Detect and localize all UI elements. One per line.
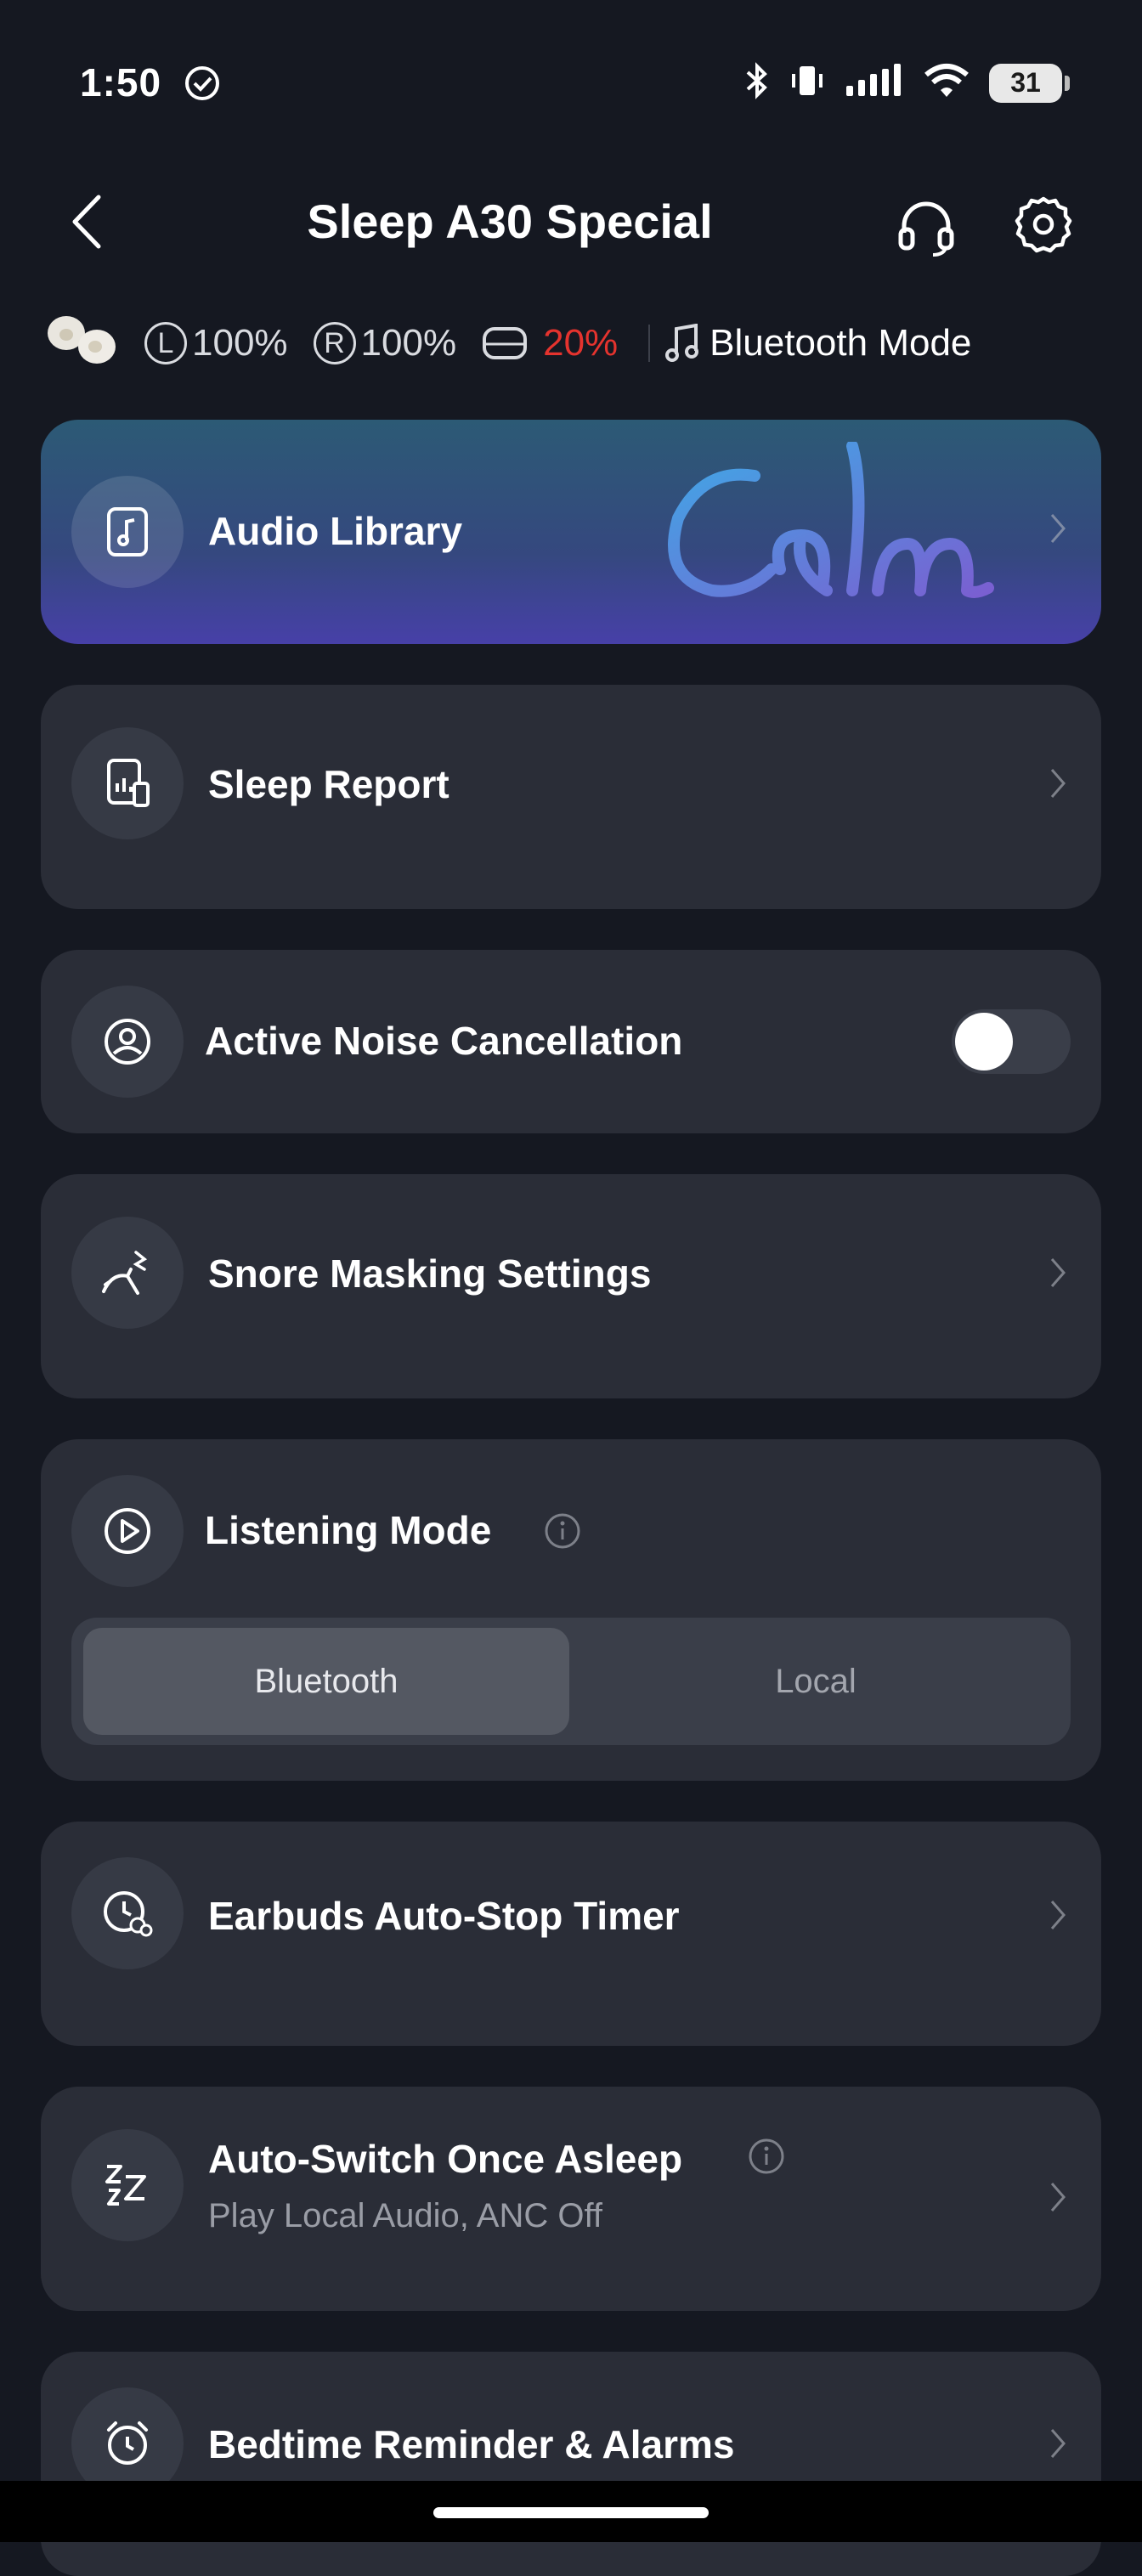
sleep-zzz-icon: [71, 2129, 184, 2241]
case-battery-pct: 20%: [543, 322, 619, 364]
timer-icon: [71, 1857, 184, 1969]
listening-mode-title: Listening Mode: [205, 1508, 492, 1552]
anc-title: Active Noise Cancellation: [205, 1019, 683, 1063]
segment-bluetooth[interactable]: Bluetooth: [83, 1628, 569, 1735]
wifi-icon: [923, 63, 970, 103]
chevron-right-icon: [1049, 766, 1067, 805]
check-circle-icon: [184, 65, 221, 106]
info-icon[interactable]: [748, 2138, 785, 2179]
device-status-row: L 100% R 100% 20% Bluetooth Mode: [41, 313, 971, 374]
segment-local[interactable]: Local: [573, 1628, 1059, 1735]
snore-masking-title: Snore Masking Settings: [208, 1251, 652, 1296]
snore-icon: [71, 1217, 184, 1329]
play-circle-icon: [71, 1475, 184, 1587]
right-earbud-label: R: [313, 322, 356, 364]
info-icon[interactable]: [544, 1512, 581, 1554]
auto-stop-timer-card[interactable]: Earbuds Auto-Stop Timer: [41, 1822, 1101, 2046]
snore-masking-card[interactable]: Snore Masking Settings: [41, 1174, 1101, 1398]
signal-icon: [845, 64, 904, 102]
audio-library-card[interactable]: Audio Library: [41, 420, 1101, 644]
listening-mode-card: Listening Mode Bluetooth Local: [41, 1439, 1101, 1781]
chevron-right-icon: [1049, 2180, 1067, 2218]
listening-mode-segmented-control: Bluetooth Local: [71, 1618, 1071, 1745]
bedtime-reminder-card[interactable]: Bedtime Reminder & Alarms: [41, 2352, 1101, 2576]
report-icon: [71, 727, 184, 839]
chevron-right-icon: [1049, 1256, 1067, 1294]
auto-switch-card[interactable]: Auto-Switch Once Asleep Play Local Audio…: [41, 2087, 1101, 2311]
sleep-report-title: Sleep Report: [208, 762, 449, 806]
music-file-icon: [71, 476, 184, 588]
divider: [648, 325, 651, 362]
chevron-right-icon: [1049, 511, 1067, 550]
chevron-right-icon: [1049, 2426, 1067, 2465]
anc-icon: [71, 986, 184, 1098]
status-time: 1:50: [80, 60, 162, 105]
music-note-icon: [665, 324, 699, 363]
connection-mode: Bluetooth Mode: [710, 322, 972, 364]
sleep-report-card[interactable]: Sleep Report: [41, 685, 1101, 909]
home-indicator[interactable]: [433, 2507, 709, 2518]
auto-switch-subtitle: Play Local Audio, ANC Off: [208, 2197, 602, 2234]
anc-card: Active Noise Cancellation: [41, 950, 1101, 1133]
auto-switch-title: Auto-Switch Once Asleep: [208, 2137, 683, 2181]
page-title: Sleep A30 Special: [307, 195, 713, 248]
audio-library-title: Audio Library: [208, 509, 463, 553]
right-battery-pct: 100%: [360, 322, 457, 364]
vibrate-icon: [789, 64, 826, 102]
case-icon: [482, 325, 528, 361]
headphones-icon: [898, 201, 954, 257]
status-icons: 31: [744, 61, 1070, 105]
settings-button[interactable]: [1009, 190, 1077, 258]
chevron-right-icon: [1049, 1898, 1067, 1936]
calm-logo: [653, 440, 1101, 633]
battery-indicator: 31: [989, 63, 1070, 103]
left-earbud-label: L: [144, 322, 187, 364]
bluetooth-icon: [744, 61, 770, 105]
anc-toggle[interactable]: [952, 1009, 1071, 1074]
earbuds-image: [41, 309, 124, 378]
toggle-knob: [955, 1013, 1013, 1071]
gear-icon: [1015, 196, 1072, 253]
bedtime-reminder-title: Bedtime Reminder & Alarms: [208, 2422, 735, 2466]
headphones-button[interactable]: [892, 192, 960, 260]
left-battery-pct: 100%: [192, 322, 288, 364]
auto-stop-timer-title: Earbuds Auto-Stop Timer: [208, 1894, 680, 1938]
